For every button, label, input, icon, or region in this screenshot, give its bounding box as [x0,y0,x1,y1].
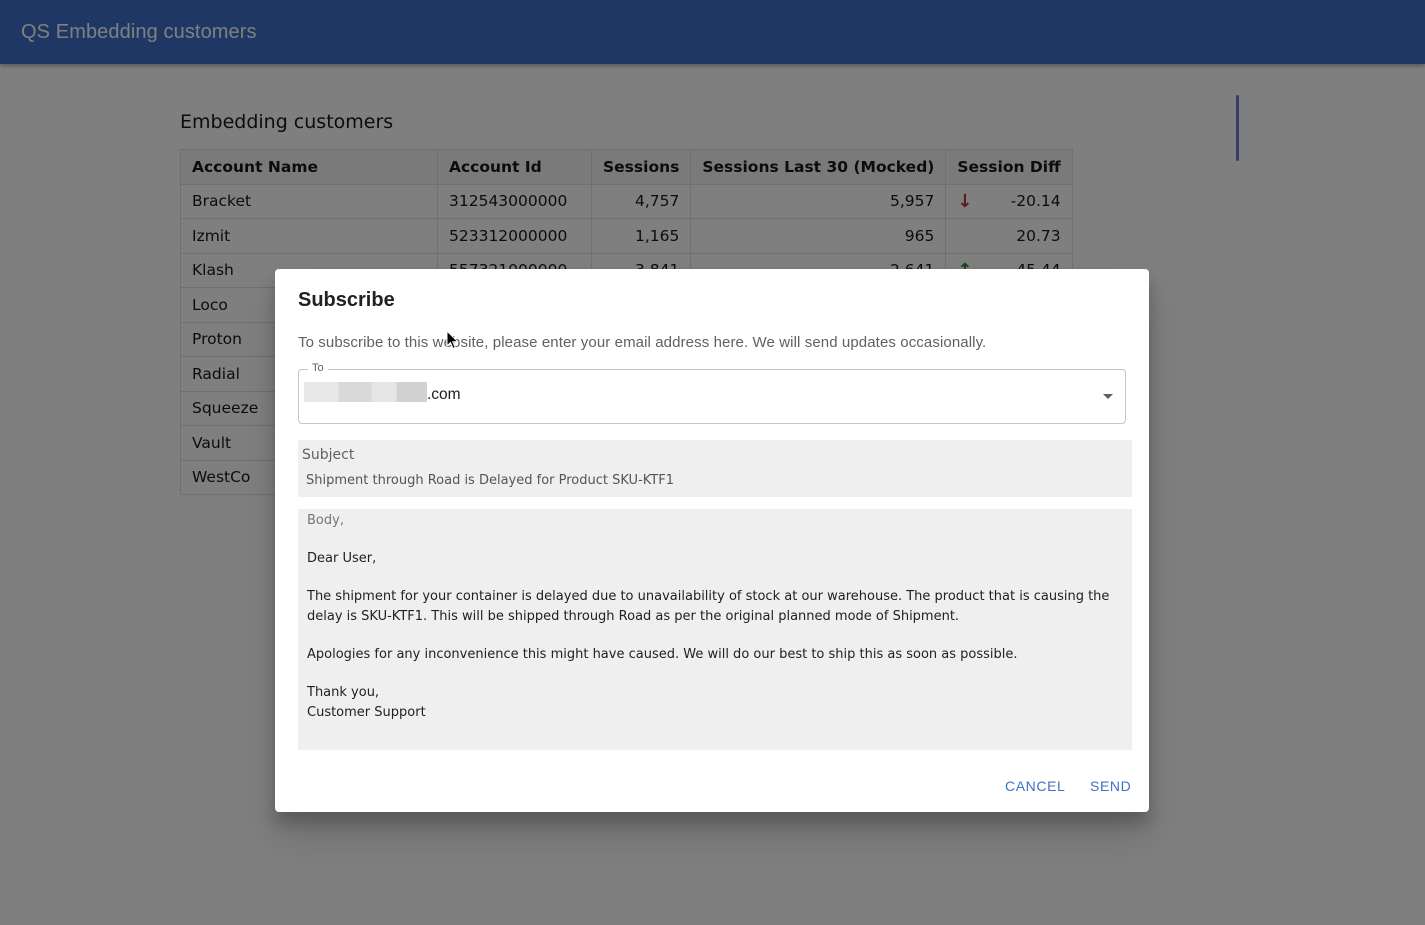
body-signoff: Thank you, [307,685,380,701]
chevron-down-icon[interactable] [1103,394,1113,399]
body-field[interactable]: Body, Dear User, The shipment for your c… [298,509,1132,750]
dialog-description: To subscribe to this website, please ent… [298,334,987,351]
body-text: Dear User, The shipment for your contain… [307,549,1109,722]
body-label: Body, [307,513,344,528]
subscribe-dialog: Subscribe To subscribe to this website, … [275,269,1149,812]
to-value: .com [427,386,461,403]
body-paragraph-1-line-2: delay is SKU-KTF1. This will be shipped … [307,608,960,624]
to-select[interactable]: To .com [298,362,1126,424]
subject-value: Shipment through Road is Delayed for Pro… [306,473,674,488]
body-greeting: Dear User, [307,551,377,566]
body-paragraph-1-line-1: The shipment for your container is delay… [307,589,1110,605]
to-label: To [308,362,328,374]
body-paragraph-2: Apologies for any inconvenience this mig… [307,646,1018,662]
dialog-title: Subscribe [298,289,395,311]
mouse-pointer-icon [446,330,460,350]
cancel-button[interactable]: CANCEL [1005,778,1065,794]
send-button[interactable]: SEND [1090,778,1131,794]
body-signature: Customer Support [307,704,426,720]
subject-field[interactable]: Subject Shipment through Road is Delayed… [298,440,1132,497]
subject-label: Subject [302,447,355,463]
redacted-email-blur [304,382,427,402]
